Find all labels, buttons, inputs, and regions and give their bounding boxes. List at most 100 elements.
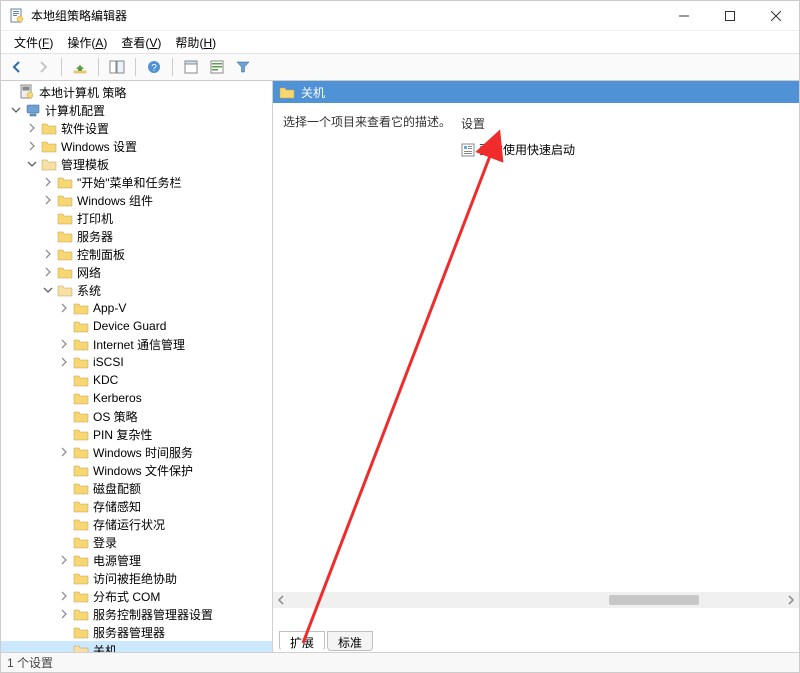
tree-root[interactable]: 本地计算机 策略 [1, 83, 272, 101]
folder-icon [73, 552, 89, 568]
tab-standard[interactable]: 标准 [327, 631, 373, 651]
tree-system[interactable]: 系统 [1, 281, 272, 299]
scroll-right-icon[interactable] [783, 592, 799, 608]
twisty-collapsed-icon[interactable] [57, 553, 71, 567]
properties-button[interactable] [179, 55, 203, 79]
scrollbar-thumb[interactable] [609, 595, 699, 605]
tree-item-internet-comm[interactable]: Internet 通信管理 [1, 335, 272, 353]
twisty-collapsed-icon[interactable] [57, 445, 71, 459]
tree-label: 管理模板 [61, 156, 109, 173]
twisty-expanded-icon[interactable] [25, 157, 39, 171]
tree-label: PIN 复杂性 [93, 426, 152, 443]
tree-label: Internet 通信管理 [93, 336, 185, 353]
tree-sidebar[interactable]: 本地计算机 策略 计算机配置 软件设置 Windows 设置 [1, 81, 273, 652]
twisty-expanded-icon[interactable] [41, 283, 55, 297]
folder-icon [57, 246, 73, 262]
tab-extended[interactable]: 扩展 [279, 631, 325, 651]
tree-windows-settings[interactable]: Windows 设置 [1, 137, 272, 155]
scroll-left-icon[interactable] [273, 592, 289, 608]
folder-open-icon [41, 156, 57, 172]
twisty-collapsed-icon[interactable] [57, 607, 71, 621]
tree-label: 登录 [93, 534, 117, 551]
folder-icon [41, 138, 57, 154]
show-hide-tree-button[interactable] [105, 55, 129, 79]
tree-label: 存储感知 [93, 498, 141, 515]
tree-label: iSCSI [93, 355, 124, 369]
menubar: 文件(F) 操作(A) 查看(V) 帮助(H) [1, 31, 799, 53]
tree-item-pin-complexity[interactable]: PIN 复杂性 [1, 425, 272, 443]
tree-network[interactable]: 网络 [1, 263, 272, 281]
twisty-collapsed-icon[interactable] [57, 589, 71, 603]
column-header-setting[interactable]: 设置 [459, 115, 793, 132]
tree-label: 本地计算机 策略 [39, 84, 126, 101]
menu-view[interactable]: 查看(V) [114, 32, 168, 53]
tree-item-power-management[interactable]: 电源管理 [1, 551, 272, 569]
twisty-collapsed-icon[interactable] [41, 265, 55, 279]
filter-button[interactable] [231, 55, 255, 79]
statusbar: 1 个设置 [1, 652, 799, 672]
titlebar: 本地组策略编辑器 [1, 1, 799, 31]
folder-icon [73, 480, 89, 496]
maximize-button[interactable] [707, 1, 753, 30]
tree-computer-config[interactable]: 计算机配置 [1, 101, 272, 119]
settings-list: 设置 要求使用快速启动 [459, 113, 793, 630]
menu-file[interactable]: 文件(F) [7, 32, 60, 53]
tree-item-iscsi[interactable]: iSCSI [1, 353, 272, 371]
tree-admin-templates[interactable]: 管理模板 [1, 155, 272, 173]
tree-item-server-control-manager[interactable]: 服务控制器管理器设置 [1, 605, 272, 623]
tree-start-taskbar[interactable]: "开始"菜单和任务栏 [1, 173, 272, 191]
filter-options-button[interactable] [205, 55, 229, 79]
twisty-collapsed-icon[interactable] [25, 139, 39, 153]
setting-item[interactable]: 要求使用快速启动 [459, 140, 793, 159]
tree-item-distributed-com[interactable]: 分布式 COM [1, 587, 272, 605]
tree-label: 服务器管理器 [93, 624, 165, 641]
folder-icon [73, 606, 89, 622]
menu-action[interactable]: 操作(A) [60, 32, 114, 53]
twisty-collapsed-icon[interactable] [41, 247, 55, 261]
tree-label: "开始"菜单和任务栏 [77, 174, 182, 191]
twisty-collapsed-icon[interactable] [57, 355, 71, 369]
tree-label: 系统 [77, 282, 101, 299]
twisty-collapsed-icon[interactable] [57, 301, 71, 315]
tree-label: 软件设置 [61, 120, 109, 137]
tree-item-kdc[interactable]: KDC [1, 371, 272, 389]
twisty-collapsed-icon[interactable] [41, 193, 55, 207]
tree-item-device-guard[interactable]: Device Guard [1, 317, 272, 335]
tree-label: 电源管理 [93, 552, 141, 569]
tree-item-shutdown[interactable]: 关机 [1, 641, 272, 652]
help-button[interactable]: ? [142, 55, 166, 79]
tree-item-server-manager[interactable]: 服务器管理器 [1, 623, 272, 641]
menu-help[interactable]: 帮助(H) [168, 32, 223, 53]
tree-item-windows-file-protection[interactable]: Windows 文件保护 [1, 461, 272, 479]
tree-item-windows-time[interactable]: Windows 时间服务 [1, 443, 272, 461]
up-button[interactable] [68, 55, 92, 79]
close-button[interactable] [753, 1, 799, 30]
twisty-collapsed-icon[interactable] [25, 121, 39, 135]
tree-servers[interactable]: 服务器 [1, 227, 272, 245]
twisty-expanded-icon[interactable] [9, 103, 23, 117]
window-controls [661, 1, 799, 30]
tree-software-settings[interactable]: 软件设置 [1, 119, 272, 137]
main-body: 选择一个项目来查看它的描述。 设置 要求使用快速启动 [273, 103, 799, 630]
tree-label: Windows 文件保护 [93, 462, 193, 479]
main-header: 关机 [273, 81, 799, 103]
folder-icon [57, 192, 73, 208]
horizontal-scrollbar[interactable] [273, 592, 799, 608]
toolbar-separator [172, 58, 173, 76]
folder-icon [73, 354, 89, 370]
tree-item-appv[interactable]: App-V [1, 299, 272, 317]
twisty-collapsed-icon[interactable] [41, 175, 55, 189]
tree-item-storage-sense[interactable]: 存储感知 [1, 497, 272, 515]
tree-control-panel[interactable]: 控制面板 [1, 245, 272, 263]
back-button[interactable] [5, 55, 29, 79]
tree-item-kerberos[interactable]: Kerberos [1, 389, 272, 407]
tree-item-os-policy[interactable]: OS 策略 [1, 407, 272, 425]
minimize-button[interactable] [661, 1, 707, 30]
tree-item-logon[interactable]: 登录 [1, 533, 272, 551]
tree-windows-components[interactable]: Windows 组件 [1, 191, 272, 209]
tree-item-disk-quota[interactable]: 磁盘配额 [1, 479, 272, 497]
tree-item-storage-runtime[interactable]: 存储运行状况 [1, 515, 272, 533]
tree-printers[interactable]: 打印机 [1, 209, 272, 227]
tree-item-access-denied[interactable]: 访问被拒绝协助 [1, 569, 272, 587]
twisty-collapsed-icon[interactable] [57, 337, 71, 351]
